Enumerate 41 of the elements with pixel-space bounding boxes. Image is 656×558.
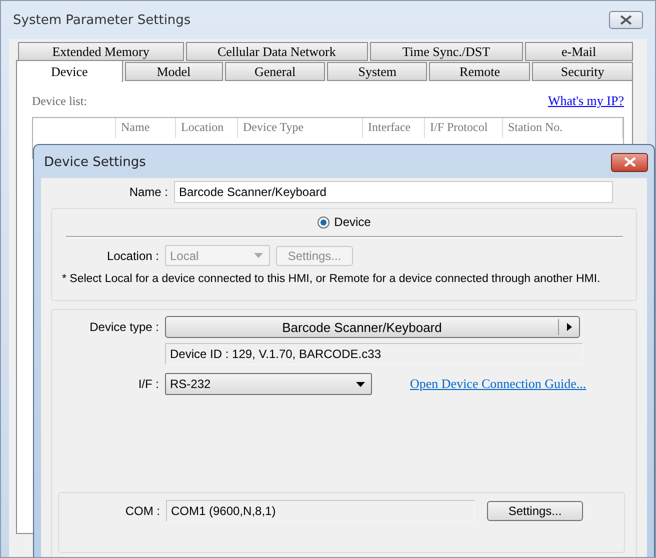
tab[interactable]: Remote (429, 62, 530, 81)
tab[interactable]: Device (16, 60, 123, 82)
device-radio[interactable]: Device (317, 215, 371, 229)
column-header: Station No. (503, 118, 623, 138)
com-settings-button[interactable]: Settings... (487, 501, 583, 521)
column-header: Device Type (238, 118, 363, 138)
tab[interactable]: General (224, 62, 326, 81)
com-label: COM : (124, 504, 160, 518)
device-type-label: Device type : (88, 320, 159, 334)
device-type-button[interactable]: Barcode Scanner/Keyboard (165, 316, 580, 338)
play-icon (566, 323, 572, 331)
whats-my-ip-link[interactable]: What's my IP? (548, 93, 624, 109)
connection-guide-link[interactable]: Open Device Connection Guide... (410, 376, 586, 392)
close-button[interactable] (611, 152, 648, 172)
dialog-title: Device Settings (44, 154, 146, 170)
tab[interactable]: Cellular Data Network (186, 42, 368, 61)
name-field[interactable]: Barcode Scanner/Keyboard (174, 181, 613, 203)
column-header: Location (176, 118, 238, 138)
column-header: I/F Protocol (425, 118, 503, 138)
tab[interactable]: Time Sync./DST (370, 42, 523, 61)
close-button[interactable] (609, 11, 643, 29)
tab[interactable]: System (327, 62, 428, 81)
location-label: Location : (106, 248, 159, 262)
caret-icon (356, 382, 365, 386)
tab[interactable]: e-Mail (524, 42, 633, 61)
tab[interactable]: Extended Memory (18, 42, 184, 61)
tab[interactable]: Model (124, 62, 223, 81)
tab[interactable]: Security (532, 62, 634, 81)
caret-icon (254, 253, 263, 258)
close-icon (620, 15, 632, 25)
location-note: * Select Local for a device connected to this HMI, or Remote for a device connected through another HMI. (61, 272, 600, 286)
column-header: Name (116, 118, 176, 138)
interface-dropdown[interactable]: RS-232 (165, 373, 372, 395)
name-label: Name : (128, 185, 168, 199)
close-icon (624, 157, 636, 167)
window-title: System Parameter Settings (13, 12, 191, 28)
device-list-label: Device list: (32, 94, 87, 108)
interface-label: I/F : (137, 377, 159, 391)
com-field: COM1 (9600,N,8,1) (166, 500, 475, 522)
device-id-field: Device ID : 129, V.1.70, BARCODE.c33 (165, 343, 583, 365)
column-header: Interface (363, 118, 425, 138)
